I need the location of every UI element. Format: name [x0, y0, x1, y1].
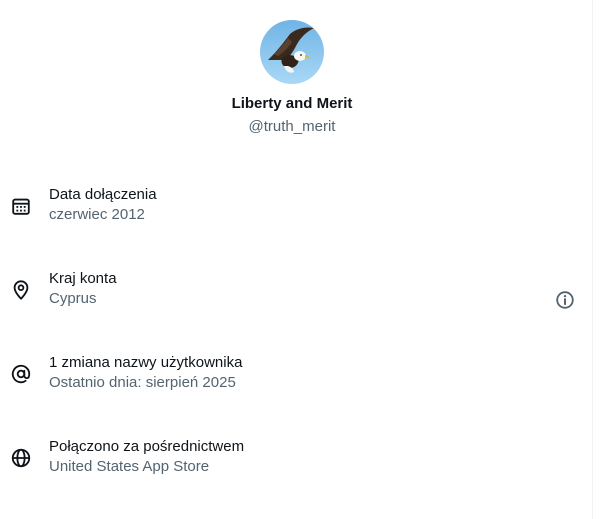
connected-via-row: Połączono za pośrednictwem United States… [0, 437, 592, 481]
account-country-value: Cyprus [49, 290, 97, 307]
connected-via-value: United States App Store [49, 458, 210, 475]
joined-date-row: Data dołączenia czerwiec 2012 [0, 185, 592, 229]
username-changes-label: 1 zmiana nazwy użytkownika [49, 354, 243, 371]
handle: @truth_merit [248, 118, 336, 135]
joined-date-label: Data dołączenia [49, 186, 157, 203]
about-account-panel: Liberty and Merit @truth_merit Data dołą… [0, 0, 592, 519]
profile-header: Liberty and Merit @truth_merit [0, 20, 584, 137]
bald-eagle-avatar-image [260, 20, 324, 84]
username-changes-row: 1 zmiana nazwy użytkownika Ostatnio dnia… [0, 353, 592, 397]
avatar[interactable] [260, 20, 324, 84]
at-sign-icon [11, 364, 31, 384]
display-name: Liberty and Merit [231, 95, 353, 112]
joined-date-value: czerwiec 2012 [49, 206, 145, 223]
globe-icon [11, 448, 31, 468]
location-pin-icon [13, 280, 29, 300]
calendar-icon [12, 198, 30, 215]
scroll-gutter [593, 0, 609, 519]
username-changes-value: Ostatnio dnia: sierpień 2025 [49, 374, 236, 391]
connected-via-label: Połączono za pośrednictwem [49, 438, 245, 455]
account-country-row: Kraj konta Cyprus [0, 269, 592, 313]
account-country-label: Kraj konta [49, 270, 117, 287]
info-icon[interactable] [554, 289, 576, 311]
